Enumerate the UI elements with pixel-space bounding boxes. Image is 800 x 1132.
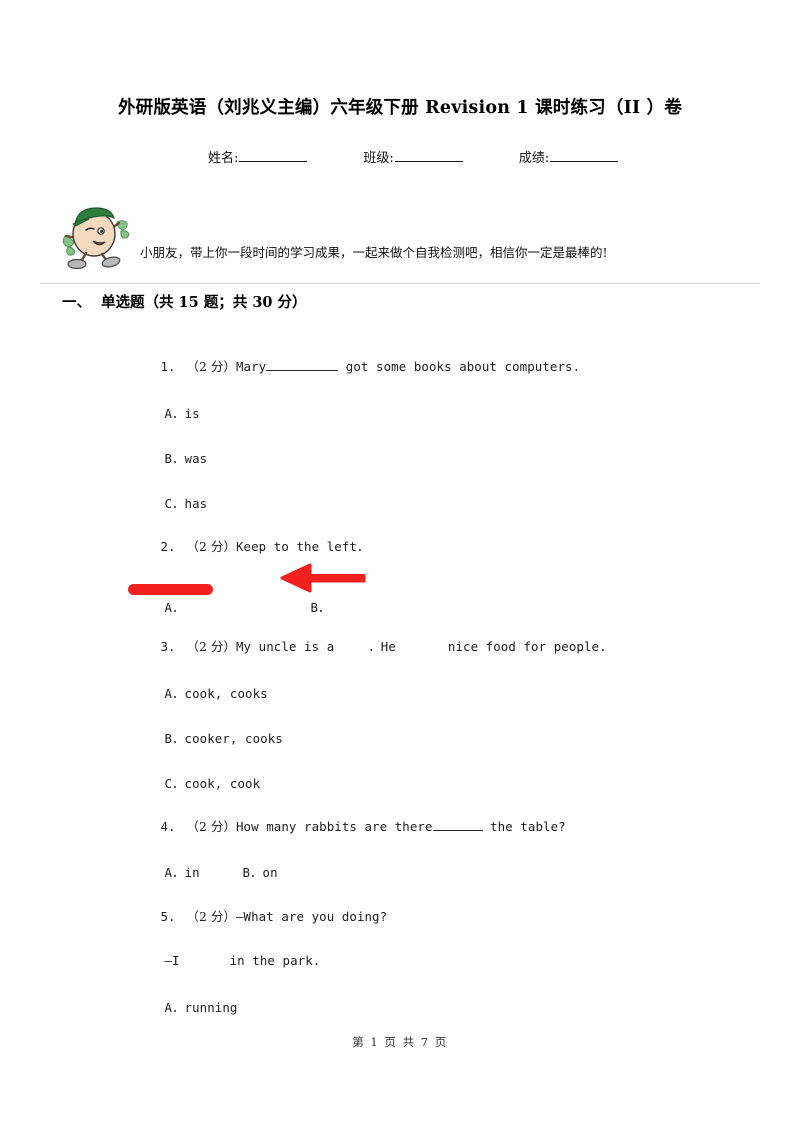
page-footer: 第 1 页 共 7 页: [352, 1035, 448, 1049]
question-1-stem: 1. （2 分）Mary got some books about compute…: [100, 342, 580, 390]
question-5-stem: 5. （2 分）—What are you doing?: [100, 892, 387, 940]
question-3-option-c-label: C．: [164, 776, 185, 791]
question-3-option-a[interactable]: A．cook, cooks: [104, 669, 268, 717]
name-field: 姓名:: [208, 147, 308, 166]
question-3-marks: （2 分）: [186, 639, 236, 654]
section-title: 单选题（共 15 题；共 30 分）: [101, 294, 307, 311]
question-1-marks: （2 分）: [186, 359, 236, 374]
score-blank[interactable]: [550, 148, 619, 162]
question-3-option-c-text: cook, cook: [184, 776, 261, 791]
name-label: 姓名:: [208, 151, 239, 166]
question-5-index: 5.: [160, 909, 176, 924]
section-number: 一、: [62, 294, 91, 311]
question-3-index: 3.: [160, 639, 176, 654]
cartoon-student-mascot-icon: [62, 207, 130, 270]
question-4-option-b-text: on: [262, 865, 278, 880]
question-2-option-a-label: A．: [164, 600, 185, 615]
section-heading: 一、 单选题（共 15 题；共 30 分）: [62, 291, 307, 312]
question-3-stem: 3. （2 分）My uncle is a ．He nice food for peo…: [100, 622, 607, 670]
question-1-option-c-text: has: [184, 496, 208, 511]
question-5-stem-line2-before: —I: [164, 953, 180, 968]
question-3-option-a-label: A．: [164, 686, 185, 701]
question-4-option-b[interactable]: B．on: [182, 848, 278, 896]
question-1-option-b-text: was: [184, 451, 208, 466]
intro-block: 小朋友，带上你一段时间的学习成果，一起来做个自我检测吧，相信你一定是最棒的!: [55, 200, 760, 276]
question-1-option-a-label: A．: [164, 406, 185, 421]
class-blank[interactable]: [394, 148, 463, 162]
class-field: 班级:: [363, 147, 463, 166]
question-4-stem-after: the table?: [482, 819, 566, 834]
question-3-option-b[interactable]: B．cooker, cooks: [104, 714, 283, 762]
question-3-stem-part1: My uncle is a: [235, 639, 335, 654]
question-5-option-a[interactable]: A．running: [104, 983, 237, 1031]
class-label: 班级:: [363, 151, 394, 166]
question-5-stem-line2: —I in the park.: [104, 938, 320, 983]
question-5-option-a-text: running: [184, 1000, 238, 1015]
question-3-option-b-label: B．: [164, 731, 185, 746]
question-1-index: 1.: [160, 359, 176, 374]
question-5-stem-text: —What are you doing?: [235, 909, 388, 924]
question-3-option-b-text: cooker, cooks: [184, 731, 283, 746]
question-2-marks: （2 分）: [186, 539, 236, 554]
question-1-stem-before: Mary: [235, 359, 267, 374]
score-field: 成绩:: [518, 147, 619, 166]
question-2-index: 2.: [160, 539, 176, 554]
question-4-stem: 4. （2 分）How many rabbits are there the ta…: [100, 802, 566, 850]
question-1-blank[interactable]: [266, 359, 339, 371]
question-1-option-a[interactable]: A．is: [104, 389, 200, 437]
intro-text: 小朋友，带上你一段时间的学习成果，一起来做个自我检测吧，相信你一定是最棒的!: [140, 245, 608, 260]
red-left-arrow-icon: [280, 563, 366, 593]
red-horizontal-bar-icon: [128, 584, 213, 595]
question-4-blank[interactable]: [432, 819, 483, 831]
question-1-option-c[interactable]: C．has: [104, 479, 207, 527]
score-label: 成绩:: [518, 151, 550, 166]
name-blank[interactable]: [239, 148, 308, 162]
question-3-stem-part2: ．He: [368, 639, 396, 654]
question-4-index: 4.: [160, 819, 176, 834]
question-5-stem-line2-after: in the park.: [229, 953, 321, 968]
question-1-option-a-text: is: [184, 406, 200, 421]
question-2-option-b-label: B．: [310, 600, 331, 615]
document-page: 外研版英语（刘兆义主编）六年级下册 Revision 1 课时练习（II ）卷 …: [0, 0, 800, 1132]
question-3-option-a-text: cook, cooks: [184, 686, 268, 701]
question-4-stem-before: How many rabbits are there: [235, 819, 433, 834]
question-1-option-c-label: C．: [164, 496, 185, 511]
question-1-option-b[interactable]: B．was: [104, 434, 207, 482]
question-4-marks: （2 分）: [186, 819, 236, 834]
section-divider: [40, 283, 760, 284]
page-title: 外研版英语（刘兆义主编）六年级下册 Revision 1 课时练习（II ）卷: [117, 98, 683, 118]
question-1-option-b-label: B．: [164, 451, 185, 466]
question-5-option-a-label: A．: [164, 1000, 185, 1015]
question-3-option-c[interactable]: C．cook, cook: [104, 759, 260, 807]
question-1-stem-after: got some books about computers.: [338, 359, 581, 374]
question-3-stem-part3: nice food for people.: [447, 639, 607, 654]
identity-row: 姓名: 班级: 成绩:: [208, 147, 619, 166]
question-2-stem-text: Keep to the left．: [235, 539, 370, 554]
question-4-option-b-label: B．: [242, 865, 263, 880]
question-5-marks: （2 分）: [186, 909, 236, 924]
